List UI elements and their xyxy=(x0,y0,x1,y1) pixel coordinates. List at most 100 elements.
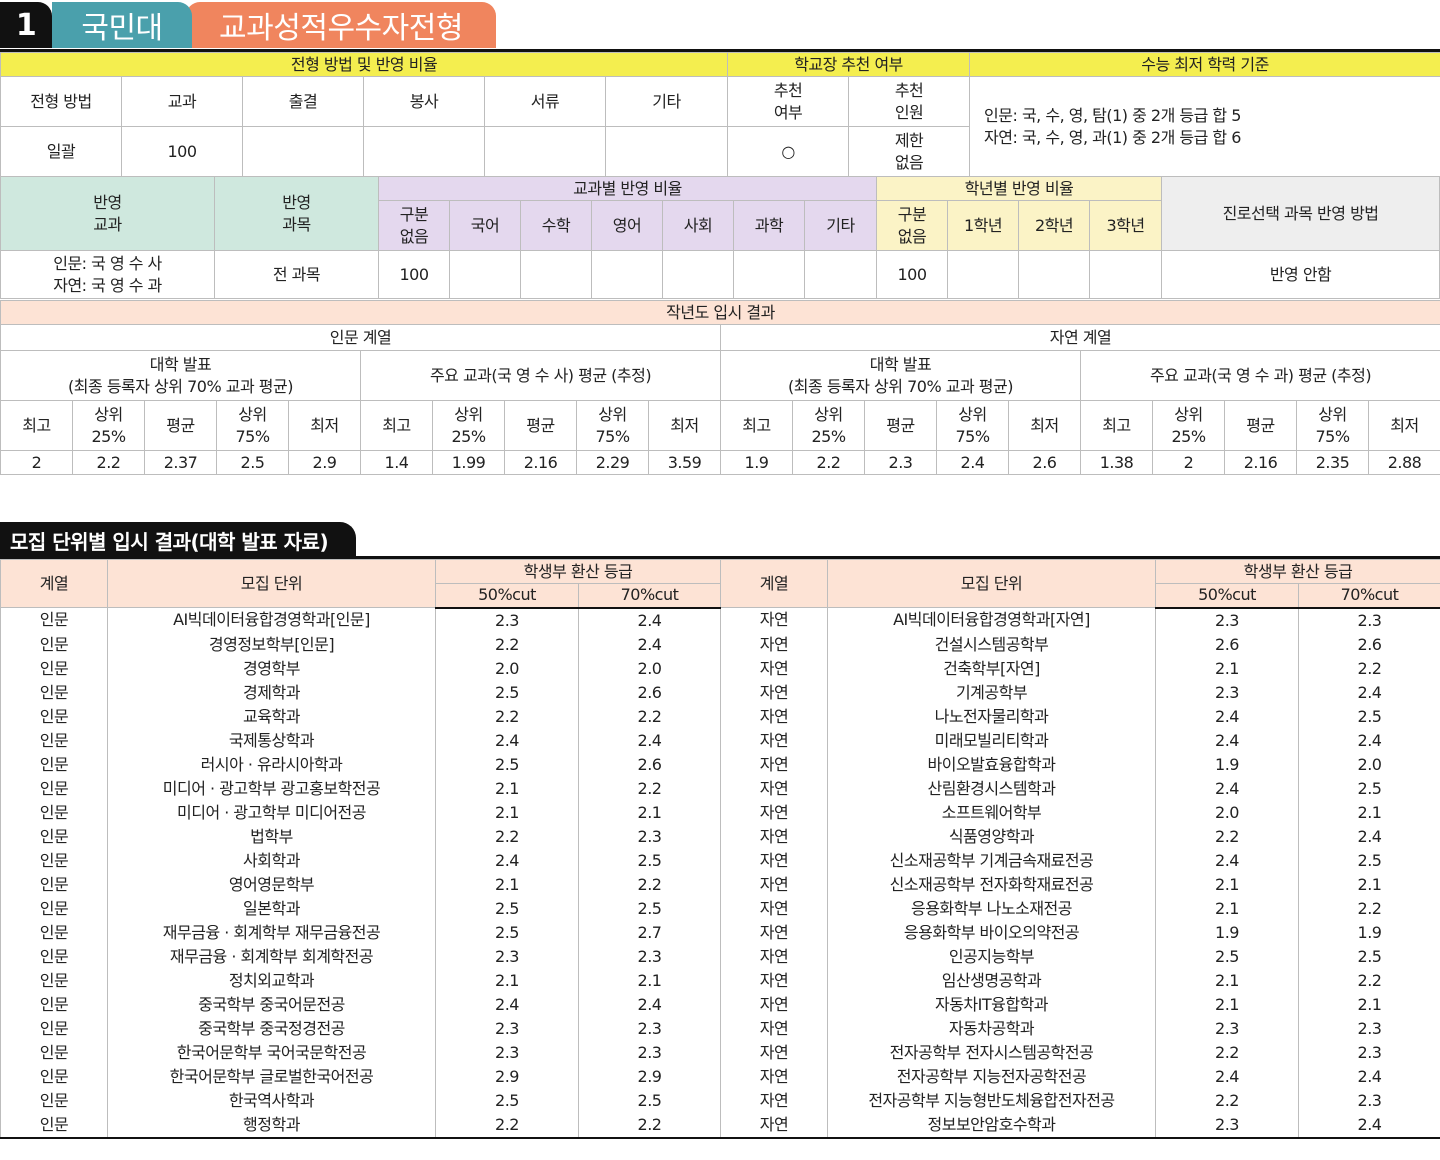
table-row: 인문 한국역사학과 2.5 2.5 자연 전자공학부 지능형반도체융합전자전공 2.2 2.3 xyxy=(0,1088,1440,1113)
right-field-cell: 자연 xyxy=(720,992,828,1017)
left-field-cell: 인문 xyxy=(0,680,108,705)
right-field-cell: 자연 xyxy=(720,728,828,753)
right-cut50-cell: 2.3 xyxy=(1155,1016,1299,1041)
left-unit-cell: 사회학과 xyxy=(107,848,436,873)
right-unit-cell: 신소재공학부 전자화학재료전공 xyxy=(827,872,1156,897)
right-cut50-cell: 2.0 xyxy=(1155,800,1299,825)
table-row: 인문 행정학과 2.2 2.2 자연 정보보안암호수학과 2.3 2.4 xyxy=(0,1112,1440,1139)
h-unit-right: 모집 단위 xyxy=(827,559,1156,608)
right-field-cell: 자연 xyxy=(720,704,828,729)
right-cut70-cell: 2.3 xyxy=(1298,607,1440,633)
left-field-cell: 인문 xyxy=(0,872,108,897)
right-cut70-cell: 2.4 xyxy=(1298,728,1440,753)
stat-col-top25: 상위 25% xyxy=(792,400,865,451)
left-cut70-cell: 2.5 xyxy=(578,896,721,921)
right-unit-cell: 정보보안암호수학과 xyxy=(827,1112,1156,1139)
left-cut70-cell: 2.4 xyxy=(578,728,721,753)
left-field-cell: 인문 xyxy=(0,704,108,729)
val-other xyxy=(604,126,729,177)
left-unit-cell: 교육학과 xyxy=(107,704,436,729)
col-rec-yes: 추천 여부 xyxy=(727,76,850,127)
stat-col-avg: 평균 xyxy=(144,400,217,451)
left-cut50-cell: 2.4 xyxy=(435,992,579,1017)
left-unit-cell: 영어영문학부 xyxy=(107,872,436,897)
stat-value: 2.37 xyxy=(144,450,217,475)
stat-value: 2.2 xyxy=(792,450,865,475)
hum-univ-pub: 대학 발표 (최종 등록자 상위 70% 교과 평균) xyxy=(0,350,361,401)
right-unit-cell: 미래모빌리티학과 xyxy=(827,728,1156,753)
right-unit-cell: 건축학부[자연] xyxy=(827,656,1156,681)
right-cut70-cell: 2.4 xyxy=(1298,824,1440,849)
hum-main-avg: 주요 교과(국 영 수 사) 평균 (추정) xyxy=(360,350,721,401)
right-cut70-cell: 2.2 xyxy=(1298,968,1440,993)
right-cut50-cell: 2.1 xyxy=(1155,656,1299,681)
section-number: 1 xyxy=(0,2,52,48)
left-field-cell: 인문 xyxy=(0,1088,108,1113)
subj-header: 반영 교과 xyxy=(0,176,215,251)
left-cut70-cell: 2.2 xyxy=(578,872,721,897)
stat-value: 2.3 xyxy=(864,450,937,475)
table-row: 인문 국제통상학과 2.4 2.4 자연 미래모빌리티학과 2.4 2.4 xyxy=(0,728,1440,753)
ratio-nodiv: 구분 없음 xyxy=(378,200,450,251)
grade-ratio-header: 학년별 반영 비율 xyxy=(876,176,1163,201)
col-volunteer: 봉사 xyxy=(363,76,485,127)
left-field-cell: 인문 xyxy=(0,752,108,777)
h-field-left: 계열 xyxy=(0,559,108,608)
min-standard-header: 수능 최저 학력 기준 xyxy=(969,52,1440,77)
left-cut50-cell: 2.0 xyxy=(435,656,579,681)
left-cut50-cell: 2.3 xyxy=(435,944,579,969)
table-row: 인문 한국어문학부 국어국문학전공 2.3 2.3 자연 전자공학부 전자시스템공학전공 2… xyxy=(0,1040,1440,1065)
humanities-header: 인문 계열 xyxy=(0,324,721,351)
right-field-cell: 자연 xyxy=(720,1016,828,1041)
left-field-cell: 인문 xyxy=(0,992,108,1017)
results-title: 작년도 입시 결과 xyxy=(0,300,1440,325)
left-field-cell: 인문 xyxy=(0,1112,108,1139)
stat-value: 2.9 xyxy=(288,450,361,475)
left-unit-cell: 중국학부 중국어문전공 xyxy=(107,992,436,1017)
table-row: 인문 정치외교학과 2.1 2.1 자연 임산생명공학과 2.1 2.2 xyxy=(0,968,1440,993)
right-cut70-cell: 2.5 xyxy=(1298,848,1440,873)
stat-col-top25: 상위 25% xyxy=(1152,400,1225,451)
stat-col-top75: 상위 75% xyxy=(1296,400,1369,451)
left-cut50-cell: 2.2 xyxy=(435,824,579,849)
left-unit-cell: 미디어 · 광고학부 미디어전공 xyxy=(107,800,436,825)
left-field-cell: 인문 xyxy=(0,607,108,633)
left-cut50-cell: 2.2 xyxy=(435,1112,579,1139)
stat-col-top25: 상위 25% xyxy=(432,400,505,451)
table-row: 인문 미디어 · 광고학부 미디어전공 2.1 2.1 자연 소프트웨어학부 2.0 2.1 xyxy=(0,800,1440,825)
left-cut50-cell: 2.1 xyxy=(435,968,579,993)
right-cut50-cell: 2.4 xyxy=(1155,728,1299,753)
stat-value: 2 xyxy=(1152,450,1225,475)
results-table: 작년도 입시 결과 인문 계열 자연 계열 대학 발표 (최종 등록자 상위 70… xyxy=(0,300,1440,475)
subj-social: 사회 xyxy=(662,200,734,251)
right-cut70-cell: 2.5 xyxy=(1298,704,1440,729)
col-method: 전형 방법 xyxy=(0,76,122,127)
course-header: 반영 과목 xyxy=(214,176,379,251)
col-documents: 서류 xyxy=(484,76,606,127)
table-row: 인문 영어영문학부 2.1 2.2 자연 신소재공학부 전자화학재료전공 2.1 2.1 xyxy=(0,872,1440,897)
method-header: 전형 방법 및 반영 비율 xyxy=(0,52,729,77)
right-field-cell: 자연 xyxy=(720,680,828,705)
right-cut50-cell: 2.2 xyxy=(1155,1088,1299,1113)
left-unit-cell: 러시아 · 유라시아학과 xyxy=(107,752,436,777)
left-unit-cell: 한국역사학과 xyxy=(107,1088,436,1113)
table-row: 인문 교육학과 2.2 2.2 자연 나노전자물리학과 2.4 2.5 xyxy=(0,704,1440,729)
left-unit-cell: AI빅데이터융합경영학과[인문] xyxy=(107,607,436,633)
left-field-cell: 인문 xyxy=(0,896,108,921)
right-unit-cell: 자동차IT융합학과 xyxy=(827,992,1156,1017)
table-row: 인문 한국어문학부 글로벌한국어전공 2.9 2.9 자연 전자공학부 지능전자공학전공 2… xyxy=(0,1064,1440,1089)
stat-value: 2.6 xyxy=(1008,450,1081,475)
university-tab: 국민대 xyxy=(52,2,192,48)
h-unit-left: 모집 단위 xyxy=(107,559,436,608)
right-cut70-cell: 1.9 xyxy=(1298,920,1440,945)
subj-value: 인문: 국 영 수 사 자연: 국 영 수 과 xyxy=(0,250,215,299)
principal-header: 학교장 추천 여부 xyxy=(727,52,971,77)
right-unit-cell: 기계공학부 xyxy=(827,680,1156,705)
right-field-cell: 자연 xyxy=(720,632,828,657)
stat-value: 1.99 xyxy=(432,450,505,475)
left-unit-cell: 경영학부 xyxy=(107,656,436,681)
left-cut70-cell: 2.2 xyxy=(578,1112,721,1139)
stat-col-max: 최고 xyxy=(720,400,793,451)
left-unit-cell: 일본학과 xyxy=(107,896,436,921)
sci-univ-pub: 대학 발표 (최종 등록자 상위 70% 교과 평균) xyxy=(720,350,1081,401)
